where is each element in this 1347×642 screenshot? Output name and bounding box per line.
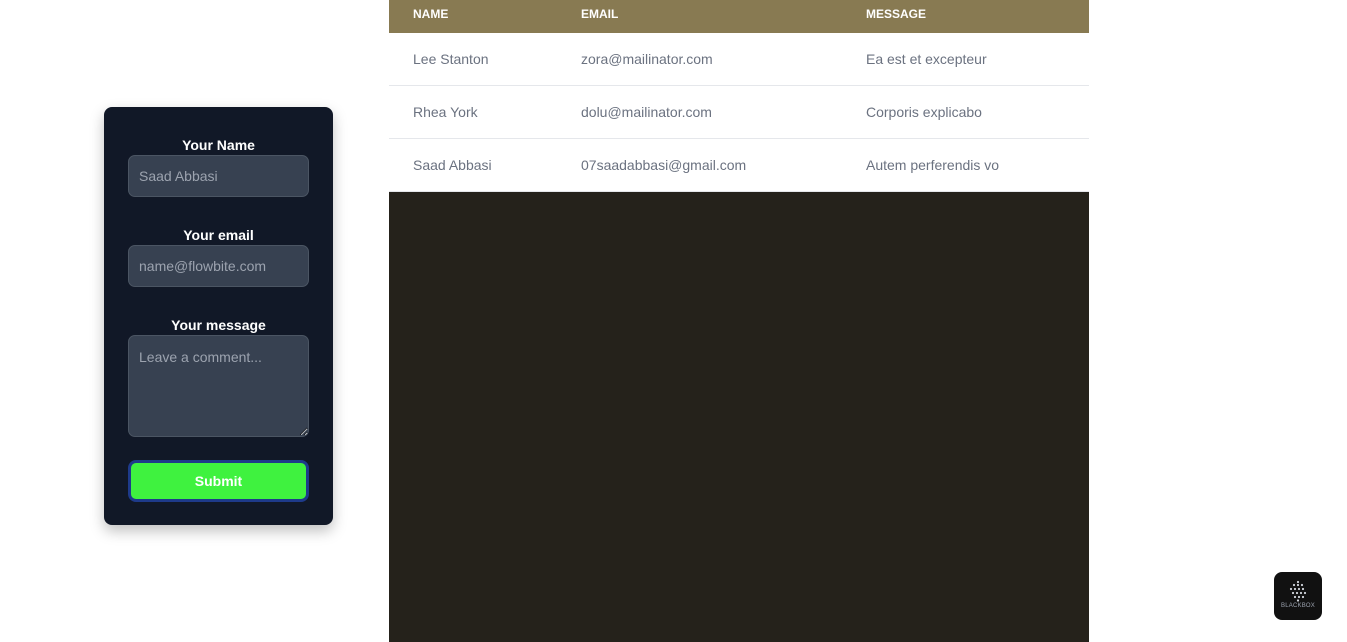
- messages-table: NAME EMAIL MESSAGE Lee Stanton zora@mail…: [389, 0, 1089, 192]
- table-header: NAME EMAIL MESSAGE: [389, 0, 1089, 33]
- contact-form: Your Name Your email Your message Submit: [104, 107, 333, 525]
- cell-message: Corporis explicabo: [866, 104, 982, 120]
- message-textarea[interactable]: [128, 335, 309, 437]
- name-label: Your Name: [182, 137, 255, 153]
- submit-button[interactable]: Submit: [128, 460, 309, 502]
- column-header-message: MESSAGE: [866, 7, 927, 21]
- email-label: Your email: [183, 227, 254, 243]
- cell-email: 07saadabbasi@gmail.com: [581, 157, 747, 173]
- cell-email: dolu@mailinator.com: [581, 104, 712, 120]
- dot-grid-icon: [1289, 580, 1307, 602]
- blackbox-label: BLACKBOX: [1281, 603, 1315, 609]
- email-input[interactable]: [128, 245, 309, 287]
- table-row: Saad Abbasi 07saadabbasi@gmail.com Autem…: [389, 139, 1089, 192]
- name-input[interactable]: [128, 155, 309, 197]
- table-row: Lee Stanton zora@mailinator.com Ea est e…: [389, 33, 1089, 86]
- blackbox-widget-button[interactable]: BLACKBOX: [1274, 572, 1322, 620]
- cell-name: Rhea York: [413, 104, 478, 120]
- column-header-email: EMAIL: [581, 7, 619, 21]
- dark-content-area: [389, 192, 1089, 642]
- cell-name: Lee Stanton: [413, 51, 489, 67]
- cell-name: Saad Abbasi: [413, 157, 492, 173]
- column-header-name: NAME: [413, 7, 449, 21]
- message-label: Your message: [171, 317, 266, 333]
- cell-message: Ea est et excepteur: [866, 51, 987, 67]
- cell-message: Autem perferendis vo: [866, 157, 1000, 173]
- table-row: Rhea York dolu@mailinator.com Corporis e…: [389, 86, 1089, 139]
- cell-email: zora@mailinator.com: [581, 51, 713, 67]
